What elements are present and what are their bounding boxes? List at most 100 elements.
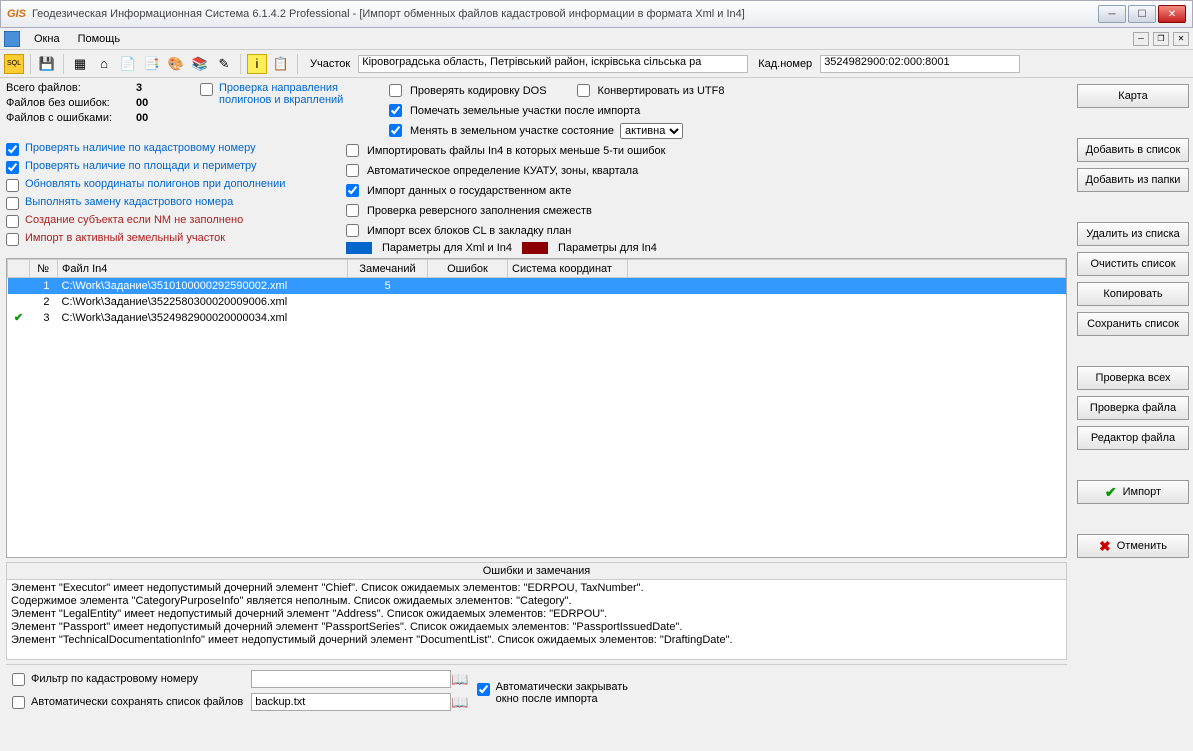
check-icon: ✔	[1105, 485, 1117, 500]
errors-body[interactable]: Элемент "Executor" имеет недопустимый до…	[6, 580, 1067, 660]
check-import-5err[interactable]	[346, 144, 359, 157]
check-state[interactable]	[389, 124, 402, 137]
tool-layers-icon[interactable]: 📚	[190, 54, 210, 74]
btn-save[interactable]: Сохранить список	[1077, 312, 1189, 336]
tool-info-icon[interactable]: i	[247, 54, 267, 74]
filter-label: Фильтр по кадастровому номеру	[31, 673, 198, 685]
mdi-restore-button[interactable]: ❐	[1153, 32, 1169, 46]
check-active-parcel[interactable]	[6, 233, 19, 246]
autosave-label: Автоматически сохранять список файлов	[31, 696, 243, 708]
check-filter-cad[interactable]	[12, 673, 25, 686]
check-utf8-label: Конвертировать из UTF8	[598, 85, 725, 97]
btn-remove[interactable]: Удалить из списка	[1077, 222, 1189, 246]
btn-cancel[interactable]: ✖Отменить	[1077, 534, 1189, 558]
check-reverse[interactable]	[346, 204, 359, 217]
title-bar: GIS Геодезическая Информационная Система…	[0, 0, 1193, 28]
col-cs[interactable]: Система координат	[508, 260, 628, 278]
stat-err-val: 00	[136, 112, 160, 124]
stat-err-label: Файлов с ошибками:	[6, 112, 136, 124]
check-create-subj[interactable]	[6, 215, 19, 228]
stat-total-label: Всего файлов:	[6, 82, 136, 94]
tool-palette-icon[interactable]: 🎨	[166, 54, 186, 74]
error-line: Элемент "Passport" имеет недопустимый до…	[11, 621, 1062, 634]
tool-home-icon[interactable]: ⌂	[94, 54, 114, 74]
table-row[interactable]: 2C:\Work\Задание\3522580300020009006.xml	[8, 294, 1066, 310]
tool-log-icon[interactable]: 📋	[271, 54, 291, 74]
check-state-act[interactable]	[346, 184, 359, 197]
btn-check-all[interactable]: Проверка всех	[1077, 366, 1189, 390]
col-err[interactable]: Ошибок	[428, 260, 508, 278]
col-notes[interactable]: Замечаний	[348, 260, 428, 278]
check-utf8[interactable]	[577, 84, 590, 97]
mdi-minimize-button[interactable]: ─	[1133, 32, 1149, 46]
errors-header: Ошибки и замечания	[6, 562, 1067, 580]
stat-noerr-label: Файлов без ошибок:	[6, 97, 136, 109]
bottom-panel: Фильтр по кадастровому номеру Автоматиче…	[6, 664, 1067, 716]
files-grid[interactable]: № Файл In4 Замечаний Ошибок Система коор…	[6, 258, 1067, 558]
check-mark[interactable]	[389, 104, 402, 117]
tool-save-icon[interactable]: 💾	[37, 54, 57, 74]
check-autosave[interactable]	[12, 696, 25, 709]
check-replace-cad[interactable]	[6, 197, 19, 210]
check-polygon-label: Проверка направления полигонов и вкрапле…	[219, 82, 369, 106]
app-icon: GIS	[7, 8, 26, 20]
btn-copy[interactable]: Копировать	[1077, 282, 1189, 306]
autosave-input[interactable]	[251, 693, 451, 711]
check-create-subj-label: Создание субъекта если NM не заполнено	[25, 214, 243, 226]
check-dos[interactable]	[389, 84, 402, 97]
menu-bar: Окна Помощь ─ ❐ ✕	[0, 28, 1193, 50]
book-icon-2[interactable]: 📖	[451, 694, 468, 711]
maximize-button[interactable]: ☐	[1128, 5, 1156, 23]
col-num[interactable]: №	[30, 260, 58, 278]
menu-okna[interactable]: Окна	[26, 31, 68, 47]
mdi-close-button[interactable]: ✕	[1173, 32, 1189, 46]
check-state-act-label: Импорт данных о государственном акте	[367, 185, 571, 197]
check-auto-kuatu[interactable]	[346, 164, 359, 177]
check-area[interactable]	[6, 161, 19, 174]
check-cadnum-label: Проверять наличие по кадастровому номеру	[25, 142, 256, 154]
state-select[interactable]: активна	[620, 123, 683, 139]
legend-xml-swatch	[346, 242, 372, 254]
btn-map[interactable]: Карта	[1077, 84, 1189, 108]
tool-docs-icon[interactable]: 📑	[142, 54, 162, 74]
legend-in4-swatch	[522, 242, 548, 254]
check-cadnum[interactable]	[6, 143, 19, 156]
btn-add-list[interactable]: Добавить в список	[1077, 138, 1189, 162]
minimize-button[interactable]: ─	[1098, 5, 1126, 23]
book-icon[interactable]: 📖	[451, 671, 468, 688]
check-autoclose[interactable]	[477, 683, 490, 696]
cad-input[interactable]: 3524982900:02:000:8001	[820, 55, 1020, 73]
col-file[interactable]: Файл In4	[58, 260, 348, 278]
check-replace-cad-label: Выполнять замену кадастрового номера	[25, 196, 233, 208]
check-import-5err-label: Импортировать файлы In4 в которых меньше…	[367, 145, 665, 157]
check-updcoord[interactable]	[6, 179, 19, 192]
check-cl-plan[interactable]	[346, 224, 359, 237]
error-line: Содержимое элемента "CategoryPurposeInfo…	[11, 595, 1062, 608]
check-polygon[interactable]	[200, 83, 213, 96]
table-row[interactable]: 1C:\Work\Задание\3510100000292590002.xml…	[8, 278, 1066, 294]
btn-check-file[interactable]: Проверка файла	[1077, 396, 1189, 420]
tool-doc-icon[interactable]: 📄	[118, 54, 138, 74]
cad-label: Кад.номер	[758, 58, 812, 70]
ok-icon: ✔	[14, 312, 23, 324]
table-row[interactable]: ✔ 3C:\Work\Задание\3524982900020000034.x…	[8, 310, 1066, 326]
btn-import[interactable]: ✔Импорт	[1077, 480, 1189, 504]
close-button[interactable]: ✕	[1158, 5, 1186, 23]
check-area-label: Проверять наличие по площади и периметру	[25, 160, 256, 172]
check-cl-plan-label: Импорт всех блоков CL в закладку план	[367, 225, 571, 237]
tool-edit-icon[interactable]: ✎	[214, 54, 234, 74]
toolbar: SQL 💾 ▦ ⌂ 📄 📑 🎨 📚 ✎ i 📋 Участок Кіровогр…	[0, 50, 1193, 78]
tool-grid-icon[interactable]: ▦	[70, 54, 90, 74]
menu-help[interactable]: Помощь	[70, 31, 129, 47]
stat-total-val: 3	[136, 82, 160, 94]
check-updcoord-label: Обновлять координаты полигонов при допол…	[25, 178, 285, 190]
x-icon: ✖	[1099, 539, 1111, 554]
filter-input[interactable]	[251, 670, 451, 688]
parcel-input[interactable]: Кіровоградська область, Петрівський райо…	[358, 55, 748, 73]
btn-add-folder[interactable]: Добавить из папки	[1077, 168, 1189, 192]
legend-in4-label: Параметры для In4	[558, 242, 657, 254]
tool-sql-icon[interactable]: SQL	[4, 54, 24, 74]
btn-clear[interactable]: Очистить список	[1077, 252, 1189, 276]
stat-noerr-val: 00	[136, 97, 160, 109]
btn-edit-file[interactable]: Редактор файла	[1077, 426, 1189, 450]
